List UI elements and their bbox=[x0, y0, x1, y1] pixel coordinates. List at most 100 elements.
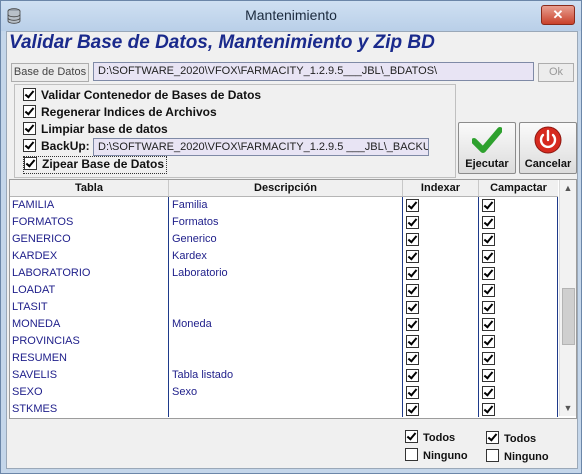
maintenance-window: Mantenimiento ✕ Validar Base de Datos, M… bbox=[0, 0, 582, 474]
cell-descripcion: Generico bbox=[172, 233, 217, 245]
table-row[interactable]: LTASIT bbox=[10, 299, 558, 316]
cell-tabla: MONEDA bbox=[12, 318, 61, 330]
table-row[interactable]: SAVELIS Tabla listado bbox=[10, 367, 558, 384]
grid-header: Tabla Descripción Indexar Campactar bbox=[10, 180, 558, 197]
compactar-checkbox[interactable] bbox=[482, 250, 495, 263]
compactar-checkbox[interactable] bbox=[482, 352, 495, 365]
compactar-ninguno-option[interactable]: Ninguno bbox=[486, 449, 549, 463]
indexar-checkbox[interactable] bbox=[406, 233, 419, 246]
cell-tabla: STKMES bbox=[12, 403, 58, 415]
indexar-ninguno-checkbox[interactable] bbox=[405, 448, 418, 461]
vertical-scrollbar[interactable]: ▲ ▼ bbox=[559, 180, 576, 416]
ok-button[interactable]: Ok bbox=[538, 63, 574, 82]
column-header-descripcion[interactable]: Descripción bbox=[169, 180, 403, 196]
cell-descripcion: Kardex bbox=[172, 250, 207, 262]
tables-grid: Tabla Descripción Indexar Campactar FAMI… bbox=[9, 179, 577, 419]
scroll-up-icon[interactable]: ▲ bbox=[560, 180, 576, 196]
compactar-checkbox[interactable] bbox=[482, 267, 495, 280]
table-row[interactable]: STKMES bbox=[10, 401, 558, 417]
compactar-checkbox[interactable] bbox=[482, 233, 495, 246]
indexar-checkbox[interactable] bbox=[406, 386, 419, 399]
cell-descripcion: Laboratorio bbox=[172, 267, 228, 279]
option-limpiar[interactable]: Limpiar base de datos bbox=[23, 122, 168, 138]
cell-descripcion bbox=[172, 350, 400, 367]
compactar-checkbox[interactable] bbox=[482, 318, 495, 331]
limpiar-checkbox[interactable] bbox=[23, 122, 36, 135]
indexar-todos-option[interactable]: Todos bbox=[405, 430, 455, 444]
checkmark-icon bbox=[472, 127, 502, 153]
column-header-compactar[interactable]: Campactar bbox=[479, 180, 558, 196]
option-regenerar[interactable]: Regenerar Indices de Archivos bbox=[23, 105, 217, 121]
option-zipear[interactable]: Zipear Base de Datos bbox=[23, 156, 168, 174]
scroll-down-icon[interactable]: ▼ bbox=[560, 400, 576, 416]
compactar-checkbox[interactable] bbox=[482, 335, 495, 348]
indexar-checkbox[interactable] bbox=[406, 284, 419, 297]
client-area: Validar Base de Datos, Mantenimiento y Z… bbox=[6, 31, 578, 469]
compactar-checkbox[interactable] bbox=[482, 386, 495, 399]
table-row[interactable]: GENERICO Generico bbox=[10, 231, 558, 248]
compactar-checkbox[interactable] bbox=[482, 199, 495, 212]
compactar-checkbox[interactable] bbox=[482, 301, 495, 314]
backup-checkbox[interactable] bbox=[23, 139, 36, 152]
indexar-checkbox[interactable] bbox=[406, 216, 419, 229]
window-title: Mantenimiento bbox=[245, 7, 337, 23]
indexar-checkbox[interactable] bbox=[406, 199, 419, 212]
base-datos-button[interactable]: Base de Datos bbox=[11, 63, 89, 82]
cancelar-button[interactable]: Cancelar bbox=[519, 122, 577, 174]
indexar-checkbox[interactable] bbox=[406, 267, 419, 280]
indexar-checkbox[interactable] bbox=[406, 250, 419, 263]
page-title: Validar Base de Datos, Mantenimiento y Z… bbox=[9, 32, 435, 53]
cell-descripcion: Formatos bbox=[172, 216, 219, 228]
column-header-indexar[interactable]: Indexar bbox=[403, 180, 479, 196]
compactar-ninguno-checkbox[interactable] bbox=[486, 449, 499, 462]
cell-descripcion bbox=[172, 333, 400, 350]
indexar-todos-checkbox[interactable] bbox=[405, 430, 418, 443]
table-row[interactable]: SEXO Sexo bbox=[10, 384, 558, 401]
compactar-checkbox[interactable] bbox=[482, 284, 495, 297]
cell-tabla: KARDEX bbox=[12, 250, 58, 262]
option-backup[interactable]: BackUp: bbox=[23, 139, 90, 155]
regenerar-checkbox[interactable] bbox=[23, 105, 36, 118]
indexar-checkbox[interactable] bbox=[406, 335, 419, 348]
cell-descripcion: Tabla listado bbox=[172, 369, 234, 381]
indexar-checkbox[interactable] bbox=[406, 301, 419, 314]
table-row[interactable]: KARDEX Kardex bbox=[10, 248, 558, 265]
ejecutar-button[interactable]: Ejecutar bbox=[458, 122, 516, 174]
cell-tabla: LTASIT bbox=[12, 301, 48, 313]
cell-tabla: SAVELIS bbox=[12, 369, 58, 381]
indexar-checkbox[interactable] bbox=[406, 403, 419, 416]
compactar-checkbox[interactable] bbox=[482, 403, 495, 416]
compactar-checkbox[interactable] bbox=[482, 216, 495, 229]
option-validar[interactable]: Validar Contenedor de Bases de Datos bbox=[23, 88, 261, 104]
indexar-checkbox[interactable] bbox=[406, 352, 419, 365]
table-row[interactable]: LOADAT bbox=[10, 282, 558, 299]
indexar-checkbox[interactable] bbox=[406, 318, 419, 331]
cell-tabla: LOADAT bbox=[12, 284, 56, 296]
cell-tabla: RESUMEN bbox=[12, 352, 68, 364]
cell-tabla: GENERICO bbox=[12, 233, 71, 245]
indexar-ninguno-option[interactable]: Ninguno bbox=[405, 448, 468, 462]
compactar-checkbox[interactable] bbox=[482, 369, 495, 382]
power-icon bbox=[534, 126, 562, 154]
indexar-checkbox[interactable] bbox=[406, 369, 419, 382]
table-row[interactable]: MONEDA Moneda bbox=[10, 316, 558, 333]
validar-checkbox[interactable] bbox=[23, 88, 36, 101]
table-row[interactable]: FAMILIA Familia bbox=[10, 197, 558, 214]
base-datos-path-field[interactable]: D:\SOFTWARE_2020\VFOX\FARMACITY_1.2.9.5_… bbox=[93, 62, 534, 81]
table-row[interactable]: RESUMEN bbox=[10, 350, 558, 367]
cell-tabla: FAMILIA bbox=[12, 199, 55, 211]
close-button[interactable]: ✕ bbox=[541, 5, 575, 25]
cell-tabla: PROVINCIAS bbox=[12, 335, 80, 347]
column-header-tabla[interactable]: Tabla bbox=[10, 180, 169, 196]
backup-path-field[interactable]: D:\SOFTWARE_2020\VFOX\FARMACITY_1.2.9.5 … bbox=[93, 138, 429, 156]
table-row[interactable]: LABORATORIO Laboratorio bbox=[10, 265, 558, 282]
options-group: Validar Contenedor de Bases de Datos Reg… bbox=[14, 84, 456, 178]
compactar-todos-option[interactable]: Todos bbox=[486, 431, 536, 445]
table-row[interactable]: FORMATOS Formatos bbox=[10, 214, 558, 231]
zipear-checkbox[interactable] bbox=[24, 157, 37, 170]
compactar-todos-checkbox[interactable] bbox=[486, 431, 499, 444]
scroll-thumb[interactable] bbox=[562, 288, 575, 345]
cell-descripcion: Sexo bbox=[172, 386, 198, 398]
cell-descripcion bbox=[172, 282, 400, 299]
table-row[interactable]: PROVINCIAS bbox=[10, 333, 558, 350]
